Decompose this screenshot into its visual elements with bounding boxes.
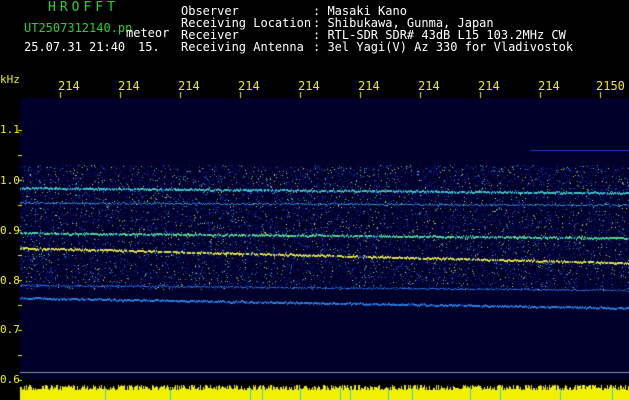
brand-title: HROFFT bbox=[48, 0, 119, 15]
freq-tick-label: 0.9 bbox=[0, 224, 20, 237]
time-tick-label: 214 bbox=[298, 79, 320, 93]
freq-tick-label: 0.8 bbox=[0, 274, 20, 287]
detection-count: 15. bbox=[138, 40, 160, 54]
capture-datetime: 25.07.31 21:40 bbox=[24, 40, 126, 54]
time-tick-label: 214 bbox=[538, 79, 560, 93]
time-tick-label: 214 bbox=[358, 79, 380, 93]
antenna-label: Receiving Antenna bbox=[181, 40, 304, 54]
freq-tick-label: 1.0 bbox=[0, 174, 20, 187]
time-tick-label: 214 bbox=[478, 79, 500, 93]
time-tick-label: 214 bbox=[118, 79, 140, 93]
time-tick-label: 214 bbox=[58, 79, 80, 93]
time-tick-label: 214 bbox=[418, 79, 440, 93]
file-name-suffix: meteor bbox=[126, 26, 170, 40]
time-tick-label: 214 bbox=[178, 79, 200, 93]
freq-tick-label: 1.1 bbox=[0, 123, 20, 136]
antenna-value: : 3el Yagi(V) Az 330 for Vladivostok bbox=[313, 40, 574, 54]
freq-tick-label: 0.6 bbox=[0, 373, 20, 386]
file-name: UT2507312140.pn bbox=[24, 21, 133, 35]
axis-unit-label: kHz bbox=[0, 73, 20, 86]
freq-tick-label: 0.7 bbox=[0, 323, 20, 336]
spectrogram-canvas bbox=[0, 0, 629, 400]
time-tick-label: 214 bbox=[238, 79, 260, 93]
time-tick-label: 2150 bbox=[596, 79, 625, 93]
